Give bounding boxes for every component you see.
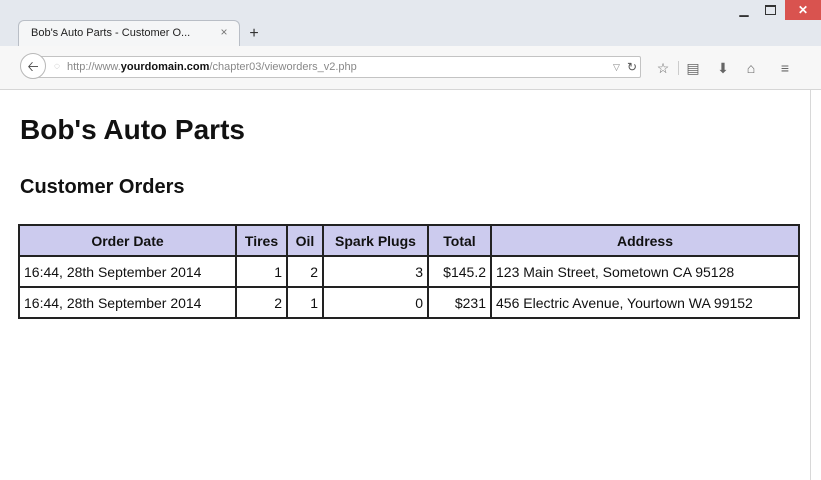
download-arrow-icon[interactable]: ⬇ (714, 59, 732, 77)
page-content: Bob's Auto Parts Customer Orders Order D… (0, 90, 821, 480)
column-header-order-date: Order Date (19, 225, 236, 256)
tab-bar: Bob's Auto Parts - Customer O... × + ▁ ✕ (0, 0, 821, 46)
back-button[interactable]: 🡠 (20, 53, 46, 79)
globe-icon: ◌ (54, 61, 60, 72)
navigation-bar: ◌ http://www.yourdomain.com/chapter03/vi… (0, 46, 821, 90)
back-arrow-icon: 🡠 (27, 58, 39, 74)
minimize-icon: ▁ (739, 3, 749, 17)
tab-title: Bob's Auto Parts - Customer O... (31, 27, 191, 39)
reading-list-icon[interactable]: ▤ (684, 59, 702, 77)
cell-oil: 1 (287, 287, 323, 318)
tab-active[interactable]: Bob's Auto Parts - Customer O... × (18, 20, 240, 46)
cell-order-date: 16:44, 28th September 2014 (19, 256, 236, 287)
cell-oil: 2 (287, 256, 323, 287)
cell-spark-plugs: 3 (323, 256, 428, 287)
tab-close-icon[interactable]: × (217, 25, 231, 39)
url-path: /chapter03/vieworders_v2.php (209, 61, 357, 73)
page-heading: Bob's Auto Parts (20, 114, 245, 145)
column-header-spark-plugs: Spark Plugs (323, 225, 428, 256)
url-dropdown-icon[interactable]: ▽ (613, 60, 623, 74)
orders-table: Order Date Tires Oil Spark Plugs Total A… (18, 224, 800, 319)
url-text[interactable]: http://www.yourdomain.com/chapter03/view… (67, 61, 357, 73)
column-header-oil: Oil (287, 225, 323, 256)
cell-tires: 1 (236, 256, 287, 287)
table-row: 16:44, 28th September 2014 2 1 0 $231 45… (19, 287, 799, 318)
close-window-button[interactable]: ✕ (785, 0, 821, 20)
browser-window: Bob's Auto Parts - Customer O... × + ▁ ✕… (0, 0, 821, 480)
url-bar[interactable]: ◌ http://www.yourdomain.com/chapter03/vi… (34, 56, 641, 78)
cell-total: $145.2 (428, 256, 491, 287)
reload-icon[interactable]: ↻ (627, 60, 639, 74)
close-icon: ✕ (797, 3, 809, 17)
cell-tires: 2 (236, 287, 287, 318)
table-row: 16:44, 28th September 2014 1 2 3 $145.2 … (19, 256, 799, 287)
column-header-tires: Tires (236, 225, 287, 256)
bookmark-star-icon[interactable]: ☆ (654, 59, 672, 77)
cell-address: 456 Electric Avenue, Yourtown WA 99152 (491, 287, 799, 318)
home-icon[interactable]: ⌂ (742, 59, 760, 77)
content-right-edge (810, 90, 811, 480)
page-subheading: Customer Orders (20, 176, 185, 198)
cell-address: 123 Main Street, Sometown CA 95128 (491, 256, 799, 287)
url-domain: yourdomain.com (120, 61, 210, 73)
cell-spark-plugs: 0 (323, 287, 428, 318)
table-header-row: Order Date Tires Oil Spark Plugs Total A… (19, 225, 799, 256)
maximize-icon (764, 4, 776, 15)
toolbar-separator (678, 61, 679, 75)
cell-order-date: 16:44, 28th September 2014 (19, 287, 236, 318)
url-prefix: http://www. (67, 61, 121, 73)
column-header-total: Total (428, 225, 491, 256)
column-header-address: Address (491, 225, 799, 256)
new-tab-plus-icon[interactable]: + (246, 26, 262, 42)
minimize-button[interactable]: ▁ (731, 0, 757, 20)
cell-total: $231 (428, 287, 491, 318)
maximize-button[interactable] (757, 0, 783, 20)
hamburger-menu-icon[interactable]: ≡ (776, 59, 794, 77)
